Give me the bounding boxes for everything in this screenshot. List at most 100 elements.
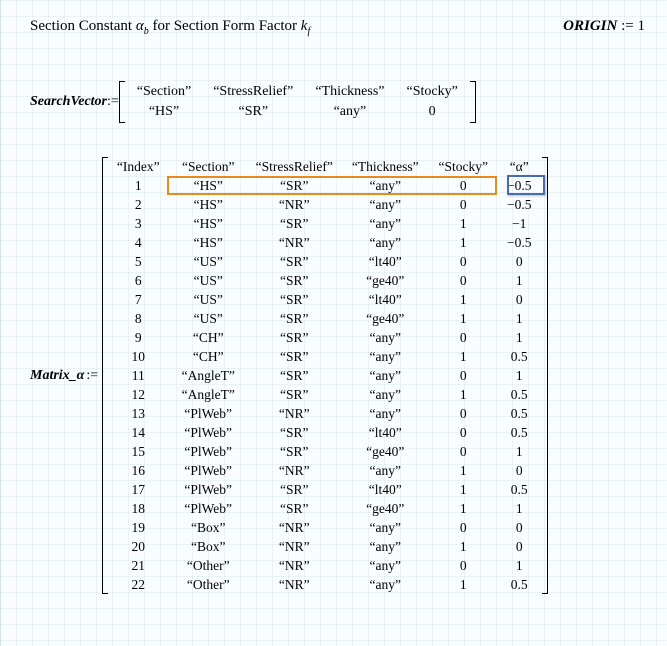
table-row: 5“US”“SR”“lt40”00	[108, 252, 542, 271]
table-row: 10“CH”“SR”“any”10.5	[108, 347, 542, 366]
table-row: 9“CH”“SR”“any”01	[108, 328, 542, 347]
table-row: 3“HS”“SR”“any”1−1	[108, 214, 542, 233]
cell: “SR”	[248, 214, 340, 233]
cell: “CH”	[168, 328, 248, 347]
cell: “any”	[340, 328, 430, 347]
cell: “PlWeb”	[168, 499, 248, 518]
cell: “any”	[340, 556, 430, 575]
cell: 3	[108, 214, 168, 233]
cell: 0	[496, 252, 542, 271]
cell: “HS”	[168, 176, 248, 195]
cell: “US”	[168, 309, 248, 328]
cell: −0.5	[496, 233, 542, 252]
col-header: “Thickness”	[340, 157, 430, 176]
table-row: 8“US”“SR”“ge40”11	[108, 309, 542, 328]
cell: “NR”	[248, 556, 340, 575]
cell: 0.5	[496, 480, 542, 499]
cell: “NR”	[248, 518, 340, 537]
table-row: 7“US”“SR”“lt40”10	[108, 290, 542, 309]
cell: “lt40”	[340, 423, 430, 442]
cell: “any”	[340, 518, 430, 537]
cell: “SR”	[248, 480, 340, 499]
sv-header: “Section”	[127, 83, 201, 101]
cell: 0	[430, 195, 496, 214]
cell: “SR”	[248, 499, 340, 518]
cell: “HS”	[168, 233, 248, 252]
cell: “any”	[340, 461, 430, 480]
matrix-alpha-assignment: Matrix_α := “Index” “Section” “StressRel…	[30, 157, 645, 594]
cell: “ge40”	[340, 271, 430, 290]
cell: 0	[430, 518, 496, 537]
cell: 0	[430, 366, 496, 385]
cell: “any”	[340, 575, 430, 594]
col-header: “Stocky”	[430, 157, 496, 176]
cell: “ge40”	[340, 442, 430, 461]
cell: “any”	[340, 404, 430, 423]
matrix-body: “Index” “Section” “StressRelief” “Thickn…	[102, 157, 548, 594]
cell: “US”	[168, 271, 248, 290]
cell: 0	[430, 442, 496, 461]
cell: 1	[496, 442, 542, 461]
cell: 1	[430, 537, 496, 556]
cell: 0	[496, 537, 542, 556]
cell: “US”	[168, 252, 248, 271]
cell: 0	[496, 290, 542, 309]
cell: “any”	[340, 176, 430, 195]
cell: 1	[496, 499, 542, 518]
cell: 1	[108, 176, 168, 195]
cell: “NR”	[248, 461, 340, 480]
sv-header: “Stocky”	[397, 83, 468, 101]
cell: “Box”	[168, 518, 248, 537]
cell: “any”	[340, 385, 430, 404]
cell: “HS”	[168, 195, 248, 214]
cell: 0	[430, 423, 496, 442]
cell: 4	[108, 233, 168, 252]
cell: 1	[430, 347, 496, 366]
cell: “any”	[340, 366, 430, 385]
origin-value: 1	[638, 18, 646, 34]
cell: “any”	[340, 195, 430, 214]
cell: “SR”	[248, 328, 340, 347]
cell: 0.5	[496, 404, 542, 423]
cell: 0	[496, 461, 542, 480]
cell: 1	[430, 214, 496, 233]
table-row: 22“Other”“NR”“any”10.5	[108, 575, 542, 594]
origin-assignment: ORIGIN := 1	[563, 18, 645, 35]
page-title: Section Constant αb for Section Form Fac…	[30, 18, 310, 37]
cell: “lt40”	[340, 290, 430, 309]
table-row: 16“PlWeb”“NR”“any”10	[108, 461, 542, 480]
search-vector-label: SearchVector	[30, 94, 107, 110]
cell: 1	[430, 461, 496, 480]
cell: “lt40”	[340, 480, 430, 499]
cell: 2	[108, 195, 168, 214]
cell: 1	[430, 480, 496, 499]
cell: 10	[108, 347, 168, 366]
cell: 0	[430, 328, 496, 347]
cell: 1	[430, 575, 496, 594]
cell: “Other”	[168, 556, 248, 575]
cell: −1	[496, 214, 542, 233]
cell: “NR”	[248, 195, 340, 214]
table-row: “Index” “Section” “StressRelief” “Thickn…	[108, 157, 542, 176]
cell: 13	[108, 404, 168, 423]
sv-value: 0	[397, 103, 468, 121]
table-row: 18“PlWeb”“SR”“ge40”11	[108, 499, 542, 518]
table-row: 21“Other”“NR”“any”01	[108, 556, 542, 575]
cell: 0	[496, 518, 542, 537]
cell: 20	[108, 537, 168, 556]
cell: “SR”	[248, 252, 340, 271]
col-header: “Index”	[108, 157, 168, 176]
sv-value: “SR”	[203, 103, 303, 121]
cell: “lt40”	[340, 252, 430, 271]
cell: 1	[496, 366, 542, 385]
cell: 1	[496, 328, 542, 347]
cell: 1	[496, 271, 542, 290]
cell: “SR”	[248, 290, 340, 309]
left-bracket-icon	[102, 157, 108, 594]
cell: 9	[108, 328, 168, 347]
alpha-symbol: α	[136, 18, 144, 34]
cell: 11	[108, 366, 168, 385]
cell: “PlWeb”	[168, 442, 248, 461]
cell: 21	[108, 556, 168, 575]
cell: “any”	[340, 233, 430, 252]
